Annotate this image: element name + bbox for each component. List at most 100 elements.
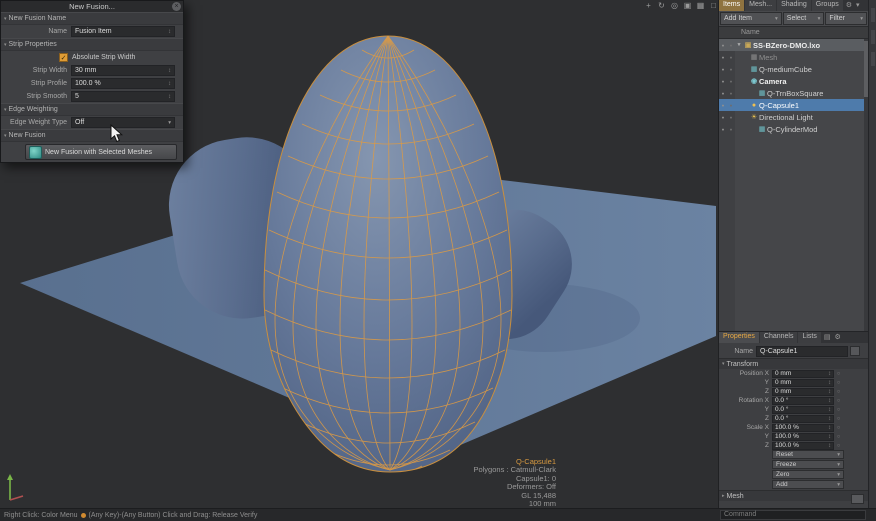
visibility-eye-icon[interactable]: ● bbox=[719, 67, 727, 72]
tab-channels[interactable]: Channels bbox=[760, 332, 798, 343]
grid-icon[interactable]: ▦ bbox=[696, 1, 705, 11]
filter-button[interactable]: Filter ▾ bbox=[825, 12, 867, 25]
scale-x-field[interactable]: 100.0 % ↕ bbox=[772, 424, 834, 432]
gear-icon[interactable]: ⚙ bbox=[833, 332, 843, 343]
render-visibility-icon[interactable]: ● bbox=[727, 79, 735, 84]
spinner-icon[interactable]: ↕ bbox=[828, 425, 831, 431]
item-row-q-capsule1[interactable]: ● ● ● Q-Capsule1 bbox=[719, 99, 868, 111]
name-options-button[interactable] bbox=[850, 346, 860, 356]
section-new-fusion-name[interactable]: ▾ New Fusion Name bbox=[1, 12, 183, 25]
tab-properties[interactable]: Properties bbox=[719, 332, 759, 343]
expander-icon[interactable]: ▾ bbox=[735, 42, 743, 48]
orbit-icon[interactable]: ↻ bbox=[657, 1, 666, 11]
section-edge-weighting[interactable]: ▾ Edge Weighting bbox=[1, 103, 183, 116]
render-visibility-icon[interactable]: ● bbox=[727, 55, 735, 60]
channel-state-icon[interactable]: ○ bbox=[834, 407, 843, 413]
add-button[interactable]: Add ▾ bbox=[772, 480, 844, 489]
frame-icon[interactable]: ▣ bbox=[683, 1, 692, 11]
chevron-down-icon[interactable]: ▾ bbox=[854, 0, 862, 11]
section-mesh[interactable]: ▸ Mesh bbox=[719, 490, 868, 501]
rotation-y-field[interactable]: 0.0 ° ↕ bbox=[772, 406, 834, 414]
strip-smooth-input[interactable]: 5 ↕ bbox=[71, 91, 175, 102]
pan-icon[interactable]: + bbox=[644, 1, 653, 11]
render-visibility-icon[interactable]: ● bbox=[727, 91, 735, 96]
list-icon[interactable]: ▤ bbox=[822, 332, 833, 343]
item-row-q-trnboxsquare[interactable]: ● ● ▦ Q-TrnBoxSquare bbox=[719, 87, 868, 99]
maximize-icon[interactable]: □ bbox=[709, 1, 718, 11]
item-row-scene-file[interactable]: ● ● ▾ ▣ SS-BZero-DMO.lxo bbox=[719, 39, 868, 51]
tab-items[interactable]: Items bbox=[719, 0, 744, 11]
spinner-icon[interactable]: ↕ bbox=[168, 29, 171, 35]
render-visibility-icon[interactable]: ● bbox=[727, 67, 735, 72]
close-icon[interactable]: × bbox=[172, 2, 181, 11]
visibility-eye-icon[interactable]: ● bbox=[719, 91, 727, 96]
visibility-eye-icon[interactable]: ● bbox=[719, 43, 727, 48]
item-row-mesh[interactable]: ● ● ▦ Mesh bbox=[719, 51, 868, 63]
position-y-field[interactable]: 0 mm ↕ bbox=[772, 379, 834, 387]
rotation-z-field[interactable]: 0.0 ° ↕ bbox=[772, 415, 834, 423]
visibility-eye-icon[interactable]: ● bbox=[719, 115, 727, 120]
channel-state-icon[interactable]: ○ bbox=[834, 416, 843, 422]
spinner-icon[interactable]: ↕ bbox=[828, 389, 831, 395]
new-fusion-with-selected-meshes-button[interactable]: New Fusion with Selected Meshes bbox=[25, 144, 177, 160]
section-transform[interactable]: ▾ Transform bbox=[719, 358, 868, 369]
visibility-eye-icon[interactable]: ● bbox=[719, 79, 727, 84]
fusion-name-input[interactable]: Fusion Item ↕ bbox=[71, 26, 175, 37]
render-visibility-icon[interactable]: ● bbox=[727, 43, 735, 48]
edge-weight-type-dropdown[interactable]: Off ▾ bbox=[71, 117, 175, 128]
tab-groups[interactable]: Groups bbox=[812, 0, 843, 11]
gear-icon[interactable]: ⚙ bbox=[844, 0, 854, 11]
spinner-icon[interactable]: ↕ bbox=[828, 443, 831, 449]
strip-width-input[interactable]: 30 mm ↕ bbox=[71, 65, 175, 76]
rotation-x-field[interactable]: 0.0 ° ↕ bbox=[772, 397, 834, 405]
tab-mesh-ops[interactable]: Mesh... bbox=[745, 0, 776, 11]
tab-shading[interactable]: Shading bbox=[777, 0, 811, 11]
position-z-field[interactable]: 0 mm ↕ bbox=[772, 388, 834, 396]
dialog-titlebar[interactable]: New Fusion... × bbox=[1, 1, 183, 12]
scale-z-field[interactable]: 100.0 % ↕ bbox=[772, 442, 834, 450]
render-visibility-icon[interactable]: ● bbox=[727, 115, 735, 120]
item-name-input[interactable]: Q-Capsule1 bbox=[756, 346, 848, 357]
spinner-icon[interactable]: ↕ bbox=[828, 434, 831, 440]
freeze-button[interactable]: Freeze ▾ bbox=[772, 460, 844, 469]
zero-button[interactable]: Zero ▾ bbox=[772, 470, 844, 479]
item-list-header[interactable]: Name bbox=[719, 26, 868, 39]
render-visibility-icon[interactable]: ● bbox=[727, 103, 735, 108]
channel-state-icon[interactable]: ○ bbox=[834, 434, 843, 440]
command-input[interactable]: Command bbox=[720, 510, 866, 520]
item-row-q-mediumcube[interactable]: ● ● ▦ Q-mediumCube bbox=[719, 63, 868, 75]
channel-state-icon[interactable]: ○ bbox=[834, 380, 843, 386]
tab-lists[interactable]: Lists bbox=[798, 332, 820, 343]
scale-y-field[interactable]: 100.0 % ↕ bbox=[772, 433, 834, 441]
absolute-strip-width-checkbox[interactable]: ✓ bbox=[59, 53, 68, 62]
item-row-camera[interactable]: ● ● ◉ Camera bbox=[719, 75, 868, 87]
spinner-icon[interactable]: ↕ bbox=[168, 68, 171, 74]
item-row-q-cylindermod[interactable]: ● ● ▦ Q-CylinderMod bbox=[719, 123, 868, 135]
spinner-icon[interactable]: ↕ bbox=[168, 94, 171, 100]
spinner-icon[interactable]: ↕ bbox=[828, 398, 831, 404]
panel-corner-button[interactable] bbox=[851, 494, 864, 504]
visibility-eye-icon[interactable]: ● bbox=[719, 103, 727, 108]
spinner-icon[interactable]: ↕ bbox=[168, 81, 171, 87]
channel-state-icon[interactable]: ○ bbox=[834, 443, 843, 449]
reset-button[interactable]: Reset ▾ bbox=[772, 450, 844, 459]
spinner-icon[interactable]: ↕ bbox=[828, 371, 831, 377]
visibility-eye-icon[interactable]: ● bbox=[719, 127, 727, 132]
item-row-directional-light[interactable]: ● ● ☀ Directional Light bbox=[719, 111, 868, 123]
position-x-field[interactable]: 0 mm ↕ bbox=[772, 370, 834, 378]
channel-state-icon[interactable]: ○ bbox=[834, 425, 843, 431]
spinner-icon[interactable]: ↕ bbox=[828, 407, 831, 413]
section-strip-properties[interactable]: ▾ Strip Properties bbox=[1, 38, 183, 51]
channel-state-icon[interactable]: ○ bbox=[834, 398, 843, 404]
right-edge-tab-strip[interactable] bbox=[868, 0, 876, 508]
select-button[interactable]: Select ▾ bbox=[783, 12, 825, 25]
render-visibility-icon[interactable]: ● bbox=[727, 127, 735, 132]
visibility-eye-icon[interactable]: ● bbox=[719, 55, 727, 60]
channel-state-icon[interactable]: ○ bbox=[834, 371, 843, 377]
section-new-fusion[interactable]: ▾ New Fusion bbox=[1, 129, 183, 142]
channel-state-icon[interactable]: ○ bbox=[834, 389, 843, 395]
spinner-icon[interactable]: ↕ bbox=[828, 416, 831, 422]
strip-profile-input[interactable]: 100.0 % ↕ bbox=[71, 78, 175, 89]
add-item-button[interactable]: Add Item ▾ bbox=[720, 12, 782, 25]
zoom-icon[interactable]: ◎ bbox=[670, 1, 679, 11]
